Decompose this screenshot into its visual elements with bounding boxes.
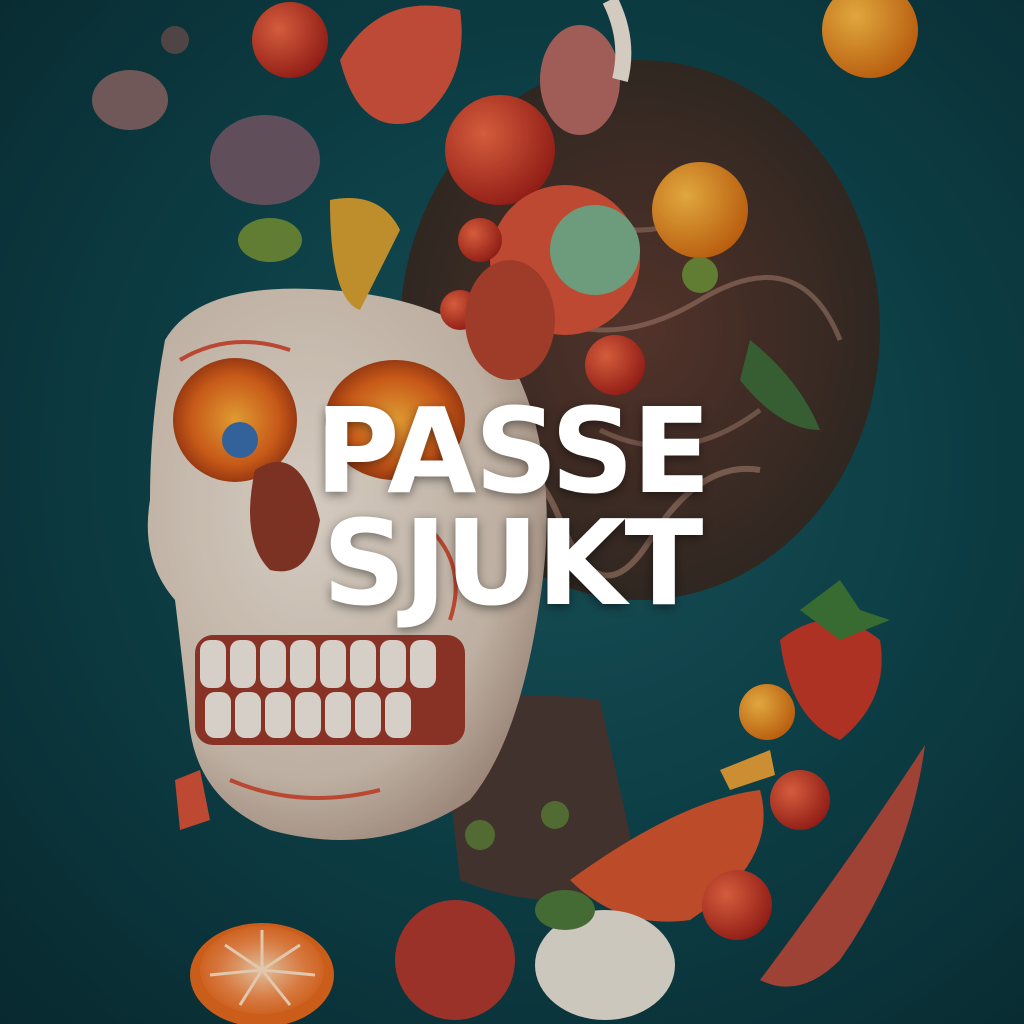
poster-canvas: PASSE SJUKT	[0, 0, 1024, 1024]
headline: PASSE SJUKT	[10, 382, 1014, 632]
headline-line-1: PASSE	[314, 382, 711, 520]
headline-line-2: SJUKT	[322, 494, 704, 632]
